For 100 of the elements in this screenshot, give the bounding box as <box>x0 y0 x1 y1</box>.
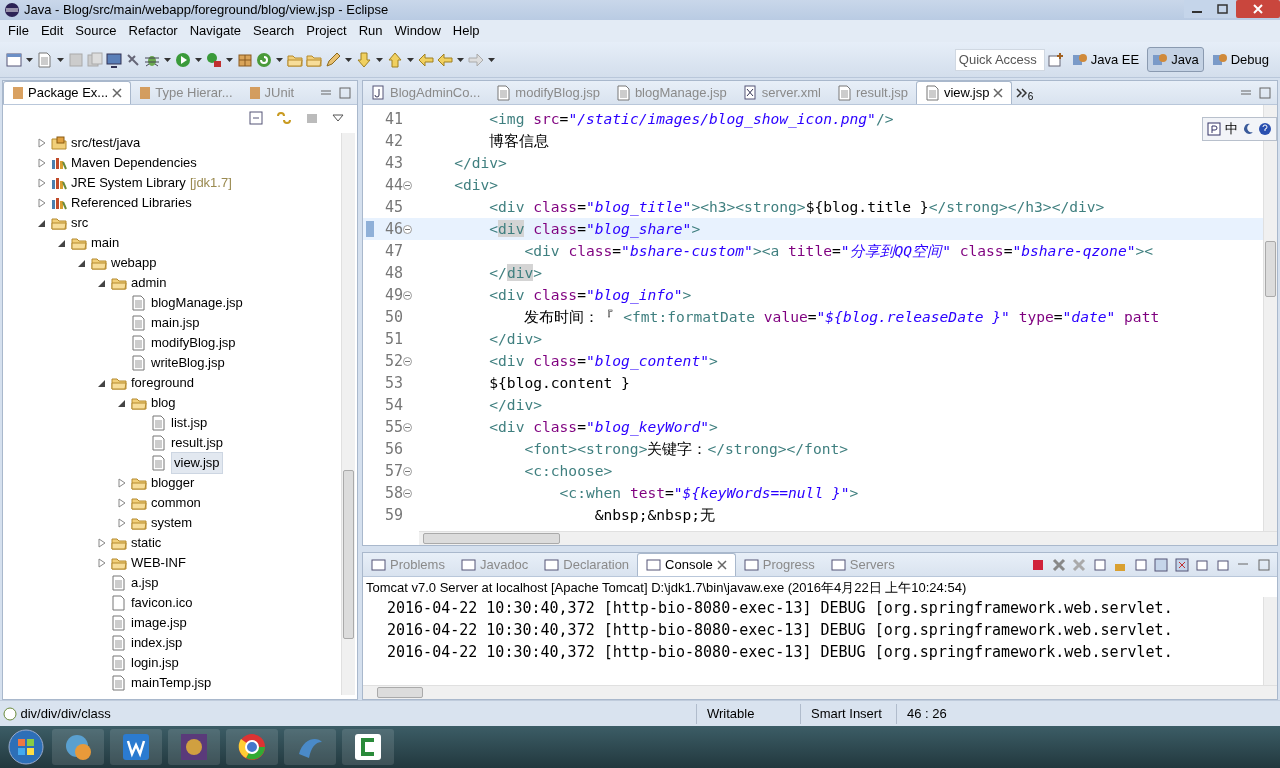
scrollbar[interactable] <box>363 685 1277 699</box>
perspective-button[interactable]: Debug <box>1206 46 1274 73</box>
collapse-arrow-icon[interactable] <box>57 238 67 248</box>
start-button-icon[interactable] <box>6 727 46 767</box>
perspective-button[interactable]: Java <box>1147 46 1204 73</box>
close-icon[interactable] <box>112 88 123 98</box>
fold-icon[interactable] <box>403 422 413 432</box>
maximize-icon[interactable] <box>338 86 351 99</box>
tree-item[interactable]: list.jsp <box>171 413 208 433</box>
tree-item[interactable]: view.jsp <box>171 452 223 474</box>
close-icon[interactable] <box>716 560 727 570</box>
menu-item[interactable]: Window <box>388 21 447 41</box>
folder-icon <box>111 535 127 551</box>
tree-item[interactable]: static <box>131 533 162 553</box>
tree-item[interactable]: blogger <box>151 473 195 493</box>
tree-item[interactable]: index.jsp <box>131 633 183 653</box>
menu-item[interactable]: Navigate <box>183 21 247 41</box>
play-icon[interactable] <box>175 51 191 68</box>
fold-icon[interactable] <box>403 488 413 498</box>
remove-all-icon[interactable] <box>1072 557 1086 572</box>
console-line: 2016-04-22 10:30:40,372 [http-bio-8080-exec-13] DEBUG [org.springframework.web.servlet. <box>386 598 1174 619</box>
fold-icon[interactable] <box>403 224 413 234</box>
menu-item[interactable]: Help <box>446 21 486 41</box>
menu-item[interactable]: Source <box>69 21 123 41</box>
fold-icon[interactable] <box>403 356 413 366</box>
fold-icon[interactable] <box>403 466 413 476</box>
scrollbar[interactable] <box>1263 105 1277 531</box>
tab[interactable]: view.jsp <box>915 81 1013 104</box>
scrollbar[interactable] <box>419 531 1277 545</box>
scrollbar[interactable] <box>341 133 355 695</box>
tree-item[interactable]: WEB-INF <box>131 553 186 573</box>
tree-item[interactable]: src <box>71 213 89 233</box>
expand-arrow-icon[interactable] <box>37 138 47 148</box>
tab[interactable]: Console <box>637 553 736 576</box>
expand-arrow-icon[interactable] <box>117 518 127 528</box>
menu-item[interactable]: Project <box>300 21 353 41</box>
quick-access-field[interactable]: Quick Access <box>954 48 1045 71</box>
tree-item[interactable]: image.jsp <box>131 613 187 633</box>
collapse-arrow-icon[interactable] <box>97 378 107 388</box>
expand-arrow-icon[interactable] <box>97 558 107 568</box>
line-number: 51 <box>385 328 404 350</box>
view-menu-icon[interactable] <box>332 113 344 123</box>
expand-arrow-icon[interactable] <box>117 498 127 508</box>
expand-arrow-icon[interactable] <box>37 158 47 168</box>
expand-arrow-icon[interactable] <box>37 178 47 188</box>
tree-item[interactable]: Maven Dependencies <box>71 153 197 173</box>
menu-item[interactable]: Search <box>247 21 301 41</box>
close-icon[interactable] <box>1236 0 1280 18</box>
display-icon[interactable] <box>1174 557 1189 572</box>
menu-item[interactable]: Refactor <box>122 21 184 41</box>
maximize-icon[interactable] <box>1258 86 1271 99</box>
monitor-icon[interactable] <box>106 51 122 68</box>
tree-item[interactable]: common <box>151 493 201 513</box>
collapse-arrow-icon[interactable] <box>117 398 127 408</box>
expand-arrow-icon[interactable] <box>117 478 127 488</box>
tree-item[interactable]: result.jsp <box>171 433 224 453</box>
link-icon[interactable] <box>276 111 292 125</box>
tree-item[interactable]: writeBlog.jsp <box>151 353 225 373</box>
menu-item[interactable]: Run <box>352 21 389 41</box>
tab[interactable]: Package Ex... <box>3 81 132 104</box>
tree-item[interactable]: Referenced Libraries <box>71 193 192 213</box>
stop-icon[interactable] <box>1031 557 1045 572</box>
browser-app-icon[interactable] <box>237 732 267 762</box>
tree-item[interactable]: webapp <box>111 253 157 273</box>
tree-item[interactable]: a.jsp <box>131 573 159 593</box>
close-icon[interactable] <box>993 88 1004 98</box>
tree-item[interactable]: favicon.ico <box>131 593 193 613</box>
run-tool-icon[interactable] <box>206 51 222 68</box>
collapse-all-icon[interactable] <box>249 111 263 125</box>
chevron-double-icon[interactable] <box>1015 87 1028 98</box>
collapse-arrow-icon[interactable] <box>97 278 107 288</box>
pencil-icon[interactable] <box>325 51 341 68</box>
fold-icon[interactable] <box>403 180 413 190</box>
tree-item[interactable]: src/test/java <box>71 133 141 153</box>
perspective-button[interactable]: Java EE <box>1066 46 1145 73</box>
fold-icon[interactable] <box>403 290 413 300</box>
tree-item[interactable]: main <box>91 233 120 253</box>
remove-icon[interactable] <box>1051 557 1066 572</box>
tree-item[interactable]: JRE System Library <box>71 173 186 193</box>
tree-item[interactable]: blog <box>151 393 176 413</box>
open-perspective-icon[interactable] <box>1047 51 1064 68</box>
scrollbar[interactable] <box>1263 597 1277 685</box>
maximize-icon[interactable] <box>1256 557 1271 572</box>
tree-item[interactable]: mainTemp.jsp <box>131 673 212 693</box>
tree-item[interactable]: modifyBlog.jsp <box>151 333 236 353</box>
tree-item[interactable]: admin <box>131 273 167 293</box>
tree-item[interactable]: login.jsp <box>131 653 179 673</box>
tree-item[interactable]: blogManage.jsp <box>151 293 243 313</box>
document-app-icon[interactable] <box>121 732 151 762</box>
filter-icon[interactable] <box>305 111 319 125</box>
tree-item[interactable]: system <box>151 513 193 533</box>
collapse-arrow-icon[interactable] <box>37 218 47 228</box>
menu-item[interactable]: Edit <box>34 21 70 41</box>
expand-arrow-icon[interactable] <box>37 198 47 208</box>
collapse-arrow-icon[interactable] <box>77 258 87 268</box>
package-icon[interactable] <box>237 51 253 68</box>
expand-arrow-icon[interactable] <box>97 538 107 548</box>
menu-item[interactable]: File <box>2 21 35 41</box>
tree-item[interactable]: foreground <box>131 373 194 393</box>
tree-item[interactable]: main.jsp <box>151 313 200 333</box>
